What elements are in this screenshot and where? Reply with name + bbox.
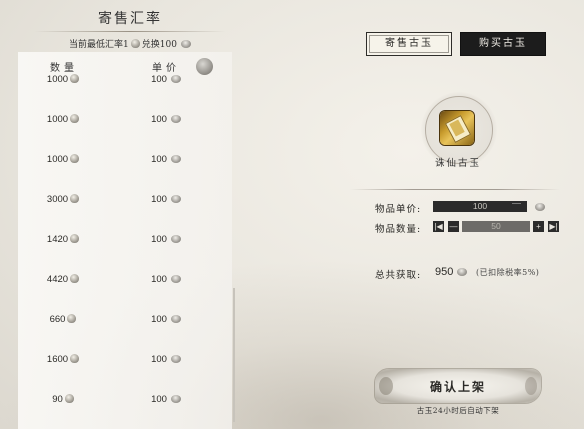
jade-icon xyxy=(70,194,80,203)
jade-icon xyxy=(70,154,80,163)
table-row[interactable]: 4420 100 xyxy=(18,260,232,300)
silver-coin-icon xyxy=(170,355,181,363)
jade-icon xyxy=(130,39,140,48)
row-quantity: 1000 xyxy=(18,154,110,165)
rate-prefix: 当前最低汇率1 xyxy=(69,40,129,50)
title-divider xyxy=(34,31,226,32)
silver-coin-icon xyxy=(170,395,181,403)
jade-icon xyxy=(64,394,74,403)
table-row[interactable]: 660 100 xyxy=(18,300,232,340)
row-quantity-value: 1000 xyxy=(46,154,69,165)
row-quantity: 1000 xyxy=(18,114,110,125)
silver-coin-icon xyxy=(170,315,181,323)
unit-price-value: 100 xyxy=(472,201,488,211)
row-price: 100 xyxy=(126,354,206,365)
row-price: 100 xyxy=(126,194,206,205)
jade-icon xyxy=(67,314,77,323)
quantity-first-button[interactable]: |◀ xyxy=(433,221,444,232)
row-price-value: 100 xyxy=(151,114,167,125)
row-price: 100 xyxy=(126,154,206,165)
silver-coin-icon xyxy=(180,40,191,48)
jade-icon xyxy=(70,354,80,363)
row-price: 100 xyxy=(126,114,206,125)
row-price: 100 xyxy=(126,394,206,405)
total-value: 950 xyxy=(435,266,468,278)
confirm-listing-button[interactable]: 确认上架 xyxy=(375,369,541,403)
silver-coin-icon xyxy=(170,235,181,243)
row-price-value: 100 xyxy=(151,314,167,325)
row-quantity-value: 90 xyxy=(52,394,63,405)
row-price-value: 100 xyxy=(151,154,167,165)
jade-icon xyxy=(70,274,80,283)
tax-note: (已扣除税率5%) xyxy=(476,268,540,277)
table-row[interactable]: 3000 100 xyxy=(18,180,232,220)
row-quantity-value: 660 xyxy=(49,314,66,325)
row-price: 100 xyxy=(126,314,206,325)
order-list[interactable]: 1000 100 1000 100 1000 100 3000 100 1420 100 4420 1… xyxy=(18,52,232,429)
confirm-label: 确认上架 xyxy=(429,380,486,394)
silver-coin-icon xyxy=(170,115,181,123)
form-divider xyxy=(350,189,560,190)
item-name: 诛仙古玉 xyxy=(434,158,481,169)
jade-icon xyxy=(70,114,80,123)
row-price-value: 100 xyxy=(151,194,167,205)
silver-coin-icon xyxy=(457,268,468,276)
row-quantity: 1600 xyxy=(18,354,110,365)
tab-buy-jade[interactable]: 购买古玉 xyxy=(460,32,546,56)
table-row[interactable]: 90 100 xyxy=(18,380,232,420)
unit-price-label: 物品单价: xyxy=(375,204,422,215)
table-row[interactable]: 1420 100 xyxy=(18,220,232,260)
row-price-value: 100 xyxy=(151,274,167,285)
panel-title: 寄售汇率 xyxy=(98,11,162,27)
row-quantity: 3000 xyxy=(18,194,110,205)
table-row[interactable]: 1000 100 xyxy=(18,140,232,180)
silver-coin-icon xyxy=(170,195,181,203)
row-quantity: 1420 xyxy=(18,234,110,245)
quantity-input[interactable]: 50 xyxy=(462,221,530,232)
unit-price-input[interactable]: 100 xyxy=(433,201,527,212)
row-quantity: 4420 xyxy=(18,274,110,285)
silver-coin-icon xyxy=(170,275,181,283)
list-scrollbar[interactable] xyxy=(233,288,235,422)
table-row[interactable]: 1000 100 xyxy=(18,100,232,140)
row-price: 100 xyxy=(126,234,206,245)
row-quantity: 90 xyxy=(18,394,110,405)
row-quantity-value: 1600 xyxy=(46,354,69,365)
quantity-plus-button[interactable]: + xyxy=(533,221,544,232)
auto-delist-note: 古玉24小时后自动下架 xyxy=(416,406,500,415)
current-rate-text: 当前最低汇率1 兑换100 xyxy=(14,37,246,50)
total-label: 总共获取: xyxy=(375,270,422,281)
header-quantity: 数量 xyxy=(50,63,78,74)
row-price-value: 100 xyxy=(151,394,167,405)
ancient-jade-icon[interactable] xyxy=(440,111,474,145)
silver-coin-icon xyxy=(170,155,181,163)
quantity-minus-button[interactable]: — xyxy=(448,221,459,232)
total-amount: 950 xyxy=(435,266,454,278)
quantity-last-button[interactable]: ▶| xyxy=(548,221,559,232)
row-price-value: 100 xyxy=(151,234,167,245)
tab-sell-jade[interactable]: 寄售古玉 xyxy=(366,32,452,56)
row-quantity-value: 4420 xyxy=(46,274,69,285)
refresh-icon[interactable] xyxy=(196,58,213,75)
header-unit-price: 单价 xyxy=(152,63,180,74)
table-row[interactable]: 1600 100 xyxy=(18,340,232,380)
quantity-label: 物品数量: xyxy=(375,224,422,235)
row-quantity-value: 1000 xyxy=(46,114,69,125)
price-arrow-icon xyxy=(512,203,521,204)
row-quantity: 660 xyxy=(18,314,110,325)
jade-icon xyxy=(70,234,80,243)
row-price: 100 xyxy=(126,274,206,285)
row-quantity-value: 3000 xyxy=(46,194,69,205)
rate-mid: 兑换100 xyxy=(141,40,177,50)
row-price-value: 100 xyxy=(151,354,167,365)
row-quantity-value: 1420 xyxy=(46,234,69,245)
silver-coin-icon xyxy=(535,203,545,211)
